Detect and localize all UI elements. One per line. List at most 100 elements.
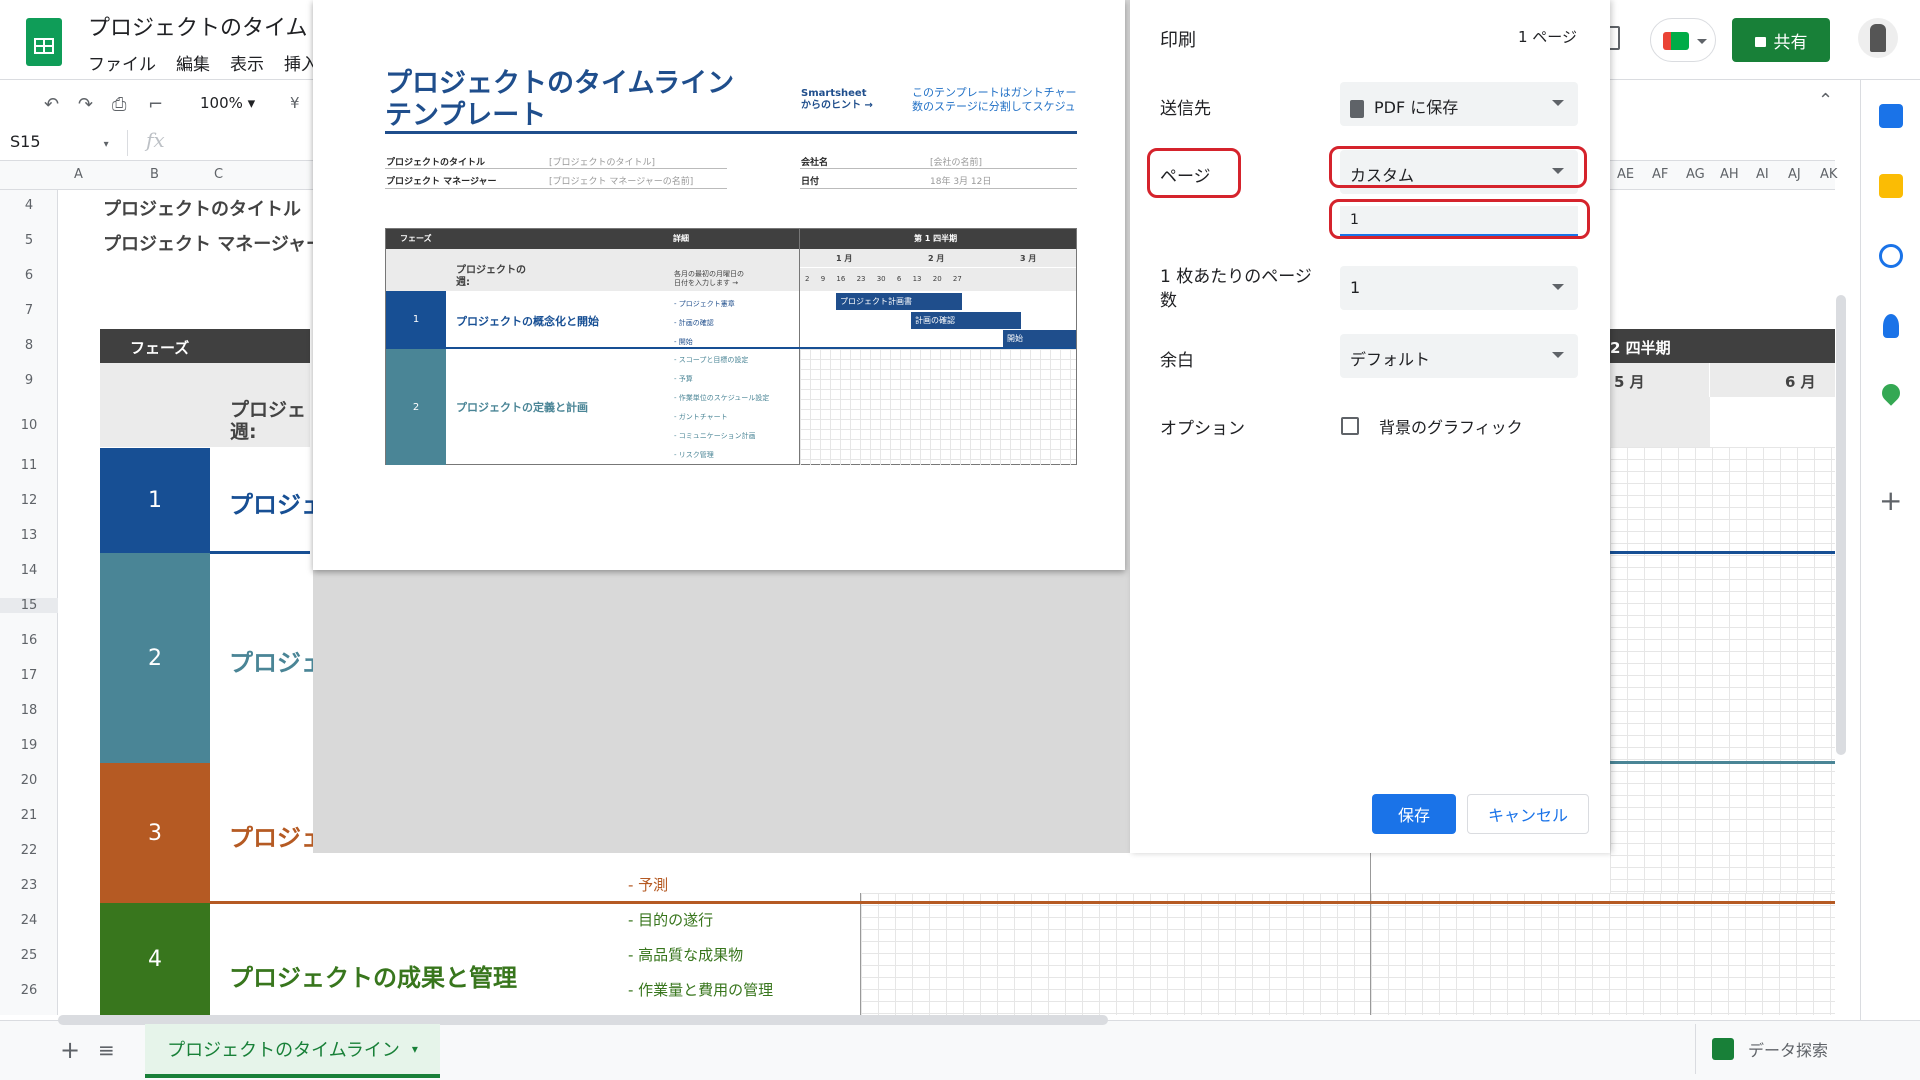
phase-1-number[interactable]: 1 (100, 448, 210, 553)
paint-format-icon[interactable]: ⌐ (148, 94, 163, 115)
project-manager-label[interactable]: プロジェクト マネージャー (103, 230, 324, 256)
sheets-logo-icon[interactable] (26, 18, 62, 66)
row-label[interactable]: 9 (0, 373, 58, 388)
row-label[interactable]: 24 (0, 913, 58, 928)
meet-button[interactable] (1650, 18, 1716, 62)
document-title[interactable]: プロジェクトのタイム (88, 10, 308, 42)
row-label[interactable]: 19 (0, 738, 58, 753)
task-item[interactable]: - 目的の遂行 (628, 909, 713, 930)
row-label[interactable]: 5 (0, 233, 58, 248)
preview-day: 23 (856, 275, 866, 283)
col-b[interactable]: B (150, 167, 159, 182)
avatar[interactable] (1858, 18, 1898, 58)
redo-icon[interactable]: ↷ (78, 94, 93, 115)
phase-3-name[interactable]: プロジェ (229, 818, 325, 853)
gantt-grid[interactable] (860, 893, 1835, 1015)
row-label[interactable]: 21 (0, 808, 58, 823)
col-ah[interactable]: AH (1720, 167, 1739, 182)
phase-3-number[interactable]: 3 (100, 763, 210, 903)
row-label[interactable]: 23 (0, 878, 58, 893)
explore-button[interactable]: データ探索 (1695, 1024, 1855, 1074)
tasks-icon[interactable] (1879, 244, 1903, 268)
share-button[interactable]: 共有 (1732, 18, 1830, 62)
row-label[interactable]: 26 (0, 983, 58, 998)
background-graphics-checkbox[interactable] (1341, 417, 1359, 435)
menu-edit[interactable]: 編集 (176, 50, 210, 75)
month-may[interactable]: 5 月 (1610, 363, 1710, 397)
col-ai[interactable]: AI (1756, 167, 1769, 182)
col-ag[interactable]: AG (1686, 167, 1705, 182)
row-label[interactable]: 20 (0, 773, 58, 788)
col-aj[interactable]: AJ (1788, 167, 1801, 182)
phase-4-name[interactable]: プロジェクトの成果と管理 (229, 958, 517, 993)
currency-button[interactable]: ¥ (290, 94, 300, 112)
preview-gantt-grid (800, 349, 1076, 465)
margins-select[interactable]: デフォルト (1340, 334, 1578, 378)
calendar-icon[interactable] (1879, 104, 1903, 128)
pages-per-sheet-label: 1 枚あたりのページ数 (1160, 267, 1312, 311)
preview-gantt-bar: 計画の確認 (911, 312, 1021, 329)
task-item[interactable]: - 予測 (628, 874, 668, 895)
phase-header[interactable]: フェーズ (100, 329, 310, 363)
destination-select[interactable]: PDF に保存 (1340, 82, 1578, 126)
week-header[interactable]: プロジェ 週: (100, 363, 310, 447)
annotation-pages-select (1329, 146, 1587, 188)
menu-view[interactable]: 表示 (230, 50, 264, 75)
task-item[interactable]: - 作業量と費用の管理 (628, 979, 773, 1000)
col-ak[interactable]: AK (1820, 167, 1837, 182)
undo-icon[interactable]: ↶ (44, 94, 59, 115)
share-label: 共有 (1773, 32, 1808, 53)
save-button[interactable]: 保存 (1372, 794, 1456, 834)
row-label[interactable]: 17 (0, 668, 58, 683)
phase-1-name[interactable]: プロジェ (229, 485, 325, 520)
phase-2-name[interactable]: プロジェ (229, 643, 325, 678)
row-label[interactable]: 13 (0, 528, 58, 543)
sheet-tab[interactable]: プロジェクトのタイムライン ▾ (145, 1024, 440, 1078)
col-a[interactable]: A (74, 167, 83, 182)
phase-4-number[interactable]: 4 (100, 903, 210, 1015)
row-label[interactable]: 7 (0, 303, 58, 318)
col-c[interactable]: C (214, 167, 223, 182)
row-label[interactable]: 8 (0, 338, 58, 353)
chevron-up-icon[interactable]: ⌃ (1818, 90, 1833, 111)
maps-icon[interactable] (1878, 380, 1904, 406)
col-ae[interactable]: AE (1617, 167, 1634, 182)
preview-gantt-bar: 開始 (1003, 330, 1076, 347)
row-label[interactable]: 25 (0, 948, 58, 963)
phase-2-number[interactable]: 2 (100, 553, 210, 763)
keep-icon[interactable] (1879, 174, 1903, 198)
cancel-button[interactable]: キャンセル (1467, 794, 1589, 834)
chevron-down-icon[interactable]: ▾ (412, 1042, 418, 1056)
project-title-label[interactable]: プロジェクトのタイトル (103, 195, 301, 221)
row-label[interactable]: 12 (0, 493, 58, 508)
row-label[interactable]: 18 (0, 703, 58, 718)
gantt-grid-right[interactable] (1610, 447, 1835, 893)
task-item[interactable]: - 高品質な成果物 (628, 944, 743, 965)
vertical-scrollbar[interactable] (1836, 295, 1846, 755)
phase-1-divider-right (1610, 551, 1835, 554)
row-label[interactable]: 14 (0, 563, 58, 578)
all-sheets-icon[interactable]: ≡ (98, 1038, 115, 1062)
row-label[interactable]: 6 (0, 268, 58, 283)
zoom-select[interactable]: 100% ▾ (200, 94, 255, 112)
col-af[interactable]: AF (1652, 167, 1668, 182)
add-addon-icon[interactable]: + (1879, 484, 1902, 517)
row-label-selected[interactable]: 15 (0, 598, 58, 613)
menu-file[interactable]: ファイル (88, 50, 156, 75)
contacts-icon[interactable] (1883, 314, 1899, 338)
row-label[interactable]: 22 (0, 843, 58, 858)
row-label[interactable]: 11 (0, 458, 58, 473)
name-box[interactable]: S15 ▾ (0, 130, 128, 156)
preview-phase-2-tasks: - スコープと目標の設定 - 予算 - 作業単位のスケジュール設定 - ガントチ… (674, 351, 769, 465)
row-label[interactable]: 16 (0, 633, 58, 648)
pages-per-sheet-select[interactable]: 1 (1340, 266, 1578, 310)
month-june[interactable]: 6 月 (1785, 371, 1816, 392)
preview-task: - スコープと目標の設定 (674, 356, 749, 364)
add-sheet-icon[interactable]: + (60, 1036, 80, 1064)
row-label[interactable]: 10 (0, 418, 58, 433)
row-label[interactable]: 4 (0, 198, 58, 213)
chevron-down-icon (1552, 352, 1564, 358)
background-graphics-label[interactable]: 背景のグラフィック (1379, 414, 1523, 438)
print-icon[interactable]: ⎙ (112, 94, 126, 115)
quarter-2-header[interactable]: 2 四半期 (1610, 329, 1835, 363)
